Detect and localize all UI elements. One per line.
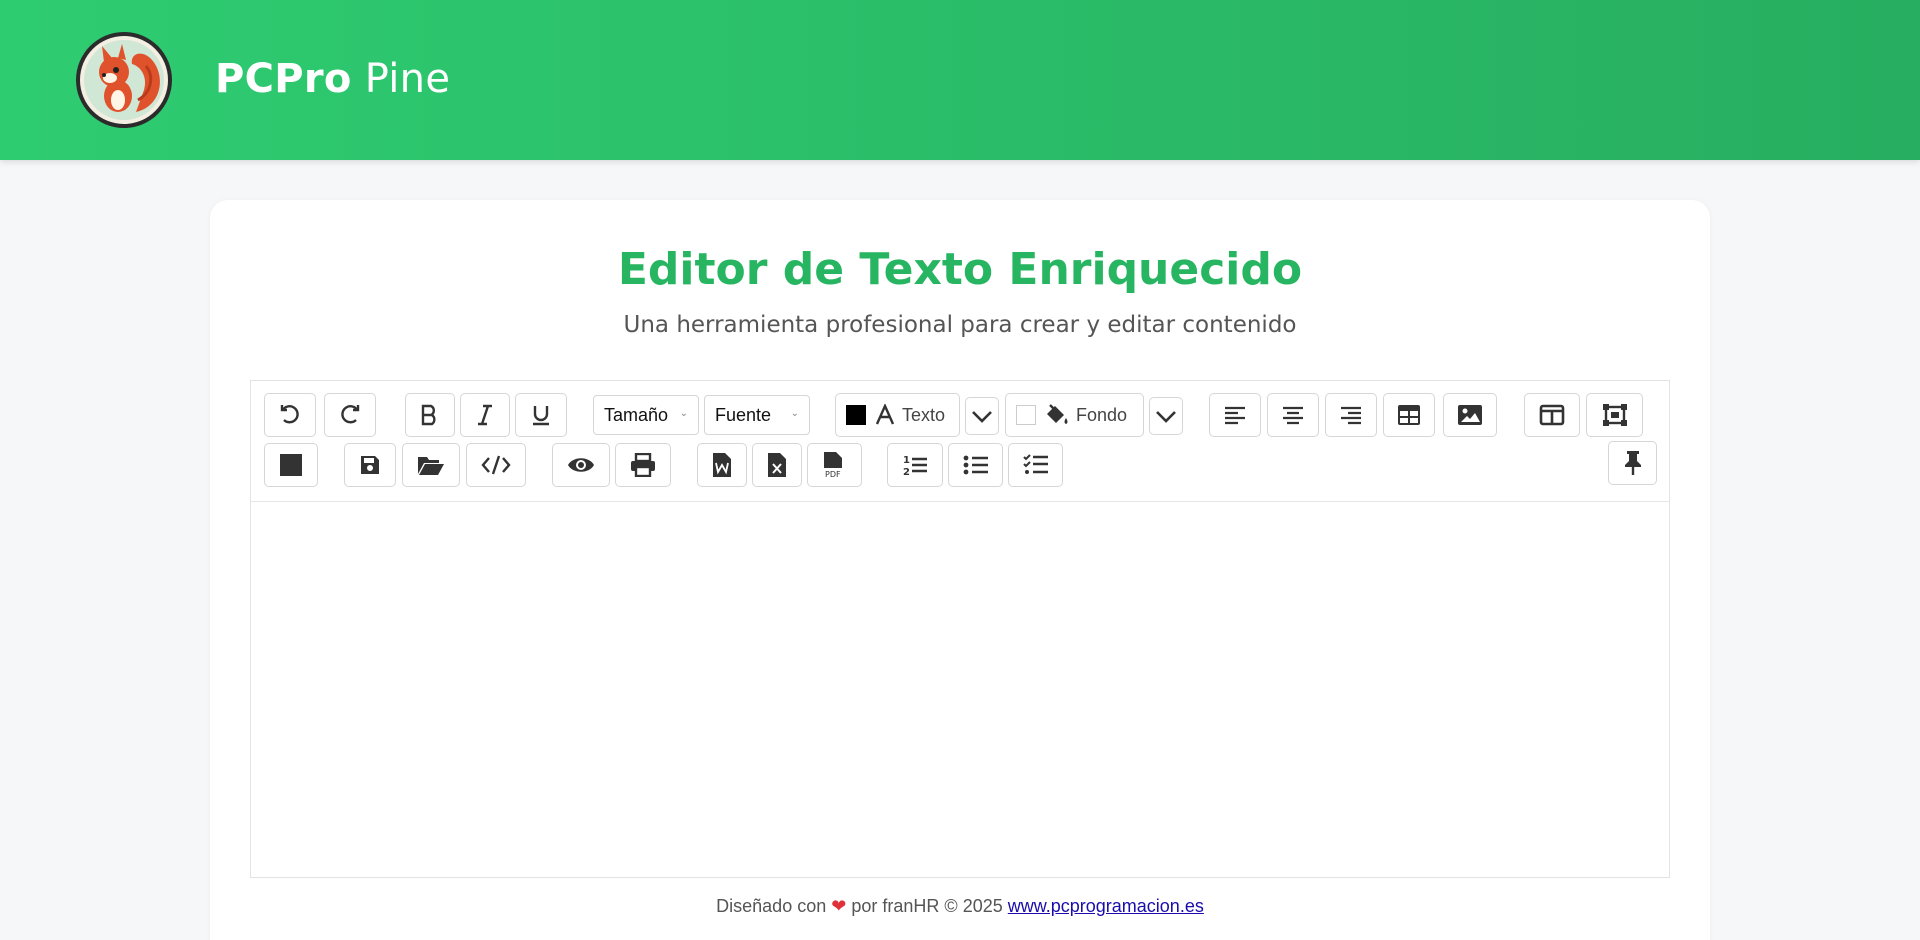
square-icon	[280, 454, 302, 476]
undo-button[interactable]	[264, 393, 316, 437]
font-size-select[interactable]: Tamaño ⌄	[593, 395, 699, 435]
checklist-icon	[1022, 454, 1048, 474]
bg-color-dropdown[interactable]	[1149, 397, 1183, 435]
columns-button[interactable]	[1524, 393, 1580, 437]
redo-button[interactable]	[324, 393, 376, 437]
align-center-icon	[1283, 406, 1303, 425]
footer-prefix: Diseñado con	[716, 896, 827, 916]
image-icon	[1458, 405, 1482, 425]
table-icon	[1398, 405, 1420, 425]
fullscreen-icon	[1602, 404, 1627, 426]
redo-icon	[341, 405, 360, 424]
align-center-button[interactable]	[1267, 393, 1319, 437]
app-header: PCPro Pine	[0, 0, 1920, 160]
underline-icon	[533, 406, 549, 426]
editor-toolbar: Tamaño ⌄ Fuente ⌄ Texto Fondo PDF 1 2	[251, 381, 1669, 502]
pin-icon	[1624, 451, 1641, 475]
text-color-swatch	[846, 405, 866, 425]
footer-year: 2025	[962, 896, 1003, 916]
rich-text-editor: Tamaño ⌄ Fuente ⌄ Texto Fondo PDF 1 2	[250, 380, 1670, 878]
svg-text:PDF: PDF	[825, 470, 841, 479]
unordered-list-button[interactable]	[948, 443, 1003, 487]
copyright-icon: ©	[944, 896, 958, 916]
underline-button[interactable]	[515, 393, 567, 437]
excel-file-icon	[768, 453, 786, 477]
brand-name[interactable]: PCPro Pine	[215, 56, 450, 102]
footer-website-link[interactable]: www.pcprogramacion.es	[1008, 896, 1204, 916]
open-file-button[interactable]	[402, 443, 460, 487]
print-icon	[631, 453, 655, 477]
text-color-dropdown[interactable]	[965, 397, 999, 435]
page-footer: Diseñado con ❤ por franHR © 2025 www.pcp…	[0, 896, 1920, 917]
text-color-label: Texto	[902, 404, 946, 425]
text-color-button[interactable]: Texto	[835, 393, 960, 437]
svg-text:2: 2	[903, 467, 910, 477]
save-icon	[361, 456, 379, 474]
pdf-file-icon: PDF	[823, 452, 842, 479]
bold-button[interactable]	[405, 393, 455, 437]
preview-button[interactable]	[552, 443, 610, 487]
brand-bold: PCPro	[215, 56, 352, 102]
pin-toolbar-button[interactable]	[1608, 441, 1657, 485]
export-pdf-button[interactable]: PDF	[807, 443, 862, 487]
align-left-button[interactable]	[1209, 393, 1261, 437]
page-title: Editor de Texto Enriquecido	[617, 244, 1303, 295]
paint-bucket-icon	[1047, 404, 1068, 424]
font-family-select[interactable]: Fuente ⌄	[704, 395, 810, 435]
footer-author: por franHR	[851, 896, 940, 916]
page-subtitle: Una herramienta profesional para crear y…	[623, 312, 1297, 338]
align-right-icon	[1341, 406, 1361, 425]
save-button[interactable]	[344, 443, 396, 487]
heart-icon: ❤	[831, 896, 847, 916]
svg-text:1: 1	[903, 455, 910, 466]
chevron-down-icon: ⌄	[790, 408, 799, 419]
bg-color-swatch	[1016, 405, 1036, 425]
italic-icon	[478, 404, 492, 426]
undo-icon	[280, 405, 299, 424]
ordered-list-icon: 12	[903, 455, 927, 477]
unordered-list-icon	[963, 455, 988, 475]
word-file-icon	[713, 453, 731, 477]
folder-open-icon	[418, 457, 444, 475]
brand-light: Pine	[364, 56, 451, 102]
align-left-icon	[1225, 406, 1245, 425]
source-code-button[interactable]	[466, 443, 526, 487]
export-word-button[interactable]	[697, 443, 747, 487]
block-button[interactable]	[264, 443, 318, 487]
bold-icon	[421, 404, 436, 426]
bg-color-label: Fondo	[1076, 404, 1128, 425]
italic-button[interactable]	[460, 393, 510, 437]
bg-color-button[interactable]: Fondo	[1005, 393, 1144, 437]
chevron-down-icon	[1156, 411, 1176, 423]
ordered-list-button[interactable]: 12	[887, 443, 943, 487]
checklist-button[interactable]	[1008, 443, 1063, 487]
insert-image-button[interactable]	[1443, 393, 1497, 437]
squirrel-logo[interactable]	[74, 30, 174, 130]
align-right-button[interactable]	[1325, 393, 1377, 437]
code-icon	[481, 455, 511, 475]
eye-icon	[568, 458, 594, 472]
insert-table-button[interactable]	[1383, 393, 1435, 437]
font-family-value: Fuente	[715, 404, 772, 425]
chevron-down-icon	[972, 411, 992, 423]
fullscreen-button[interactable]	[1586, 393, 1643, 437]
print-button[interactable]	[615, 443, 671, 487]
editor-content-area[interactable]	[251, 503, 1669, 877]
chevron-down-icon: ⌄	[679, 408, 688, 419]
columns-icon	[1539, 404, 1565, 426]
font-color-icon	[875, 404, 895, 425]
export-excel-button[interactable]	[752, 443, 802, 487]
font-size-value: Tamaño	[604, 404, 669, 425]
